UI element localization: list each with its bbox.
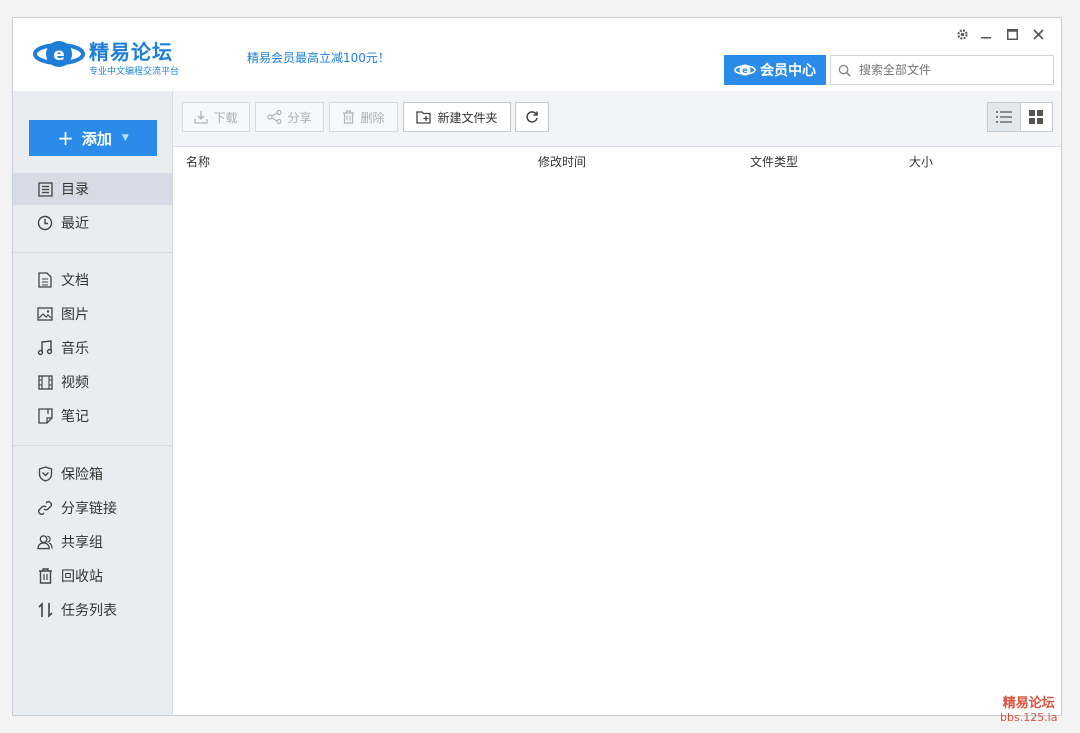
clock-icon [37, 215, 53, 231]
sidebar-item-notes[interactable]: 笔记 [13, 400, 172, 432]
plus-icon: + [57, 126, 74, 150]
shield-icon [37, 466, 53, 482]
search-icon [831, 64, 857, 77]
sidebar-item-label: 音乐 [61, 341, 89, 357]
delete-label: 删除 [360, 110, 385, 125]
share-label: 分享 [287, 110, 312, 125]
sidebar-item-label: 保险箱 [61, 467, 103, 483]
sidebar-item-recycle-bin[interactable]: 回收站 [13, 560, 172, 592]
column-header-name[interactable]: 名称 [186, 153, 210, 170]
file-pane: 下载 分享 删除 新建文件夹 名称 修改时间 文件类型 大小 [173, 91, 1061, 715]
link-icon [37, 500, 53, 516]
sidebar-item-directory[interactable]: 目录 [13, 173, 172, 205]
sidebar: + 添加 ▼ 目录 最近 文档 图片 音乐 视频 笔记 保险箱 分享链接 共享组… [13, 91, 173, 715]
toolbar: 下载 分享 删除 新建文件夹 [173, 91, 1061, 147]
grid-view-icon [1029, 110, 1044, 124]
list-view-icon [995, 111, 1012, 123]
title-bar: e 精易论坛 专业中文编程交流平台 精易会员最高立减100元！ e 会员中心 [13, 18, 1061, 92]
delete-button[interactable]: 删除 [329, 102, 398, 132]
sidebar-item-shared-groups[interactable]: 共享组 [13, 526, 172, 558]
sidebar-item-recent[interactable]: 最近 [13, 207, 172, 239]
sidebar-divider [13, 445, 172, 446]
vip-e-icon: e [734, 64, 756, 76]
sidebar-item-images[interactable]: 图片 [13, 298, 172, 330]
column-header-type[interactable]: 文件类型 [750, 153, 798, 170]
users-icon [37, 534, 53, 550]
settings-gear-icon[interactable] [953, 26, 971, 42]
maximize-icon[interactable] [1003, 26, 1021, 42]
watermark-url: bbs.125.la [1000, 711, 1058, 724]
search-box[interactable] [830, 55, 1054, 85]
vip-center-button[interactable]: e 会员中心 [724, 55, 826, 85]
svg-text:e: e [53, 45, 65, 65]
add-button-label: 添加 [81, 129, 112, 148]
sidebar-item-vault[interactable]: 保险箱 [13, 458, 172, 490]
watermark-title: 精易论坛 [1002, 696, 1055, 711]
new-folder-label: 新建文件夹 [437, 110, 498, 125]
grid-view-button[interactable] [1021, 103, 1053, 131]
sidebar-item-label: 回收站 [61, 569, 103, 585]
image-icon [37, 306, 53, 322]
transfer-icon [37, 602, 53, 618]
sidebar-item-label: 共享组 [61, 535, 103, 551]
promo-link[interactable]: 精易会员最高立减100元！ [247, 49, 390, 66]
sidebar-item-share-links[interactable]: 分享链接 [13, 492, 172, 524]
column-header-size[interactable]: 大小 [909, 153, 933, 170]
svg-text:e: e [742, 66, 748, 75]
sidebar-divider [13, 252, 172, 253]
sidebar-item-label: 任务列表 [61, 603, 117, 619]
sidebar-item-documents[interactable]: 文档 [13, 264, 172, 296]
download-button[interactable]: 下载 [182, 102, 250, 132]
trash-icon [37, 568, 53, 584]
logo-e-icon: e [33, 41, 85, 67]
vip-center-label: 会员中心 [760, 63, 816, 79]
sidebar-item-music[interactable]: 音乐 [13, 332, 172, 364]
refresh-icon [526, 111, 538, 123]
list-view-button[interactable] [988, 103, 1021, 131]
search-input[interactable] [857, 62, 1041, 78]
close-icon[interactable] [1029, 26, 1047, 42]
minimize-icon[interactable] [977, 26, 995, 42]
sidebar-item-label: 分享链接 [61, 501, 117, 517]
sidebar-item-label: 视频 [61, 375, 89, 391]
document-icon [37, 272, 53, 288]
download-label: 下载 [213, 110, 238, 125]
delete-icon [343, 110, 355, 124]
download-icon [194, 111, 209, 124]
view-toggle [987, 102, 1053, 132]
app-window: e 精易论坛 专业中文编程交流平台 精易会员最高立减100元！ e 会员中心 搜… [12, 17, 1062, 716]
sidebar-item-label: 目录 [61, 182, 89, 198]
sidebar-item-task-list[interactable]: 任务列表 [13, 594, 172, 626]
sidebar-item-label: 文档 [61, 273, 89, 289]
watermark: 精易论坛 bbs.125.la [1000, 692, 1057, 724]
sidebar-item-label: 笔记 [61, 409, 89, 425]
caret-down-icon: ▼ [121, 133, 129, 143]
share-button[interactable]: 分享 [255, 102, 324, 132]
music-icon [37, 340, 53, 356]
add-button[interactable]: + 添加 ▼ [29, 120, 157, 156]
refresh-button[interactable] [515, 102, 549, 132]
logo: e 精易论坛 专业中文编程交流平台 [33, 32, 179, 78]
new-folder-icon [416, 111, 432, 124]
film-icon [37, 374, 53, 390]
sidebar-item-video[interactable]: 视频 [13, 366, 172, 398]
sidebar-item-label: 最近 [61, 216, 89, 232]
sidebar-item-label: 图片 [61, 307, 89, 323]
share-icon [267, 110, 283, 124]
note-icon [37, 408, 53, 424]
list-icon [37, 181, 53, 197]
logo-subtitle: 专业中文编程交流平台 [89, 67, 180, 77]
logo-title: 精易论坛 [89, 40, 173, 64]
column-header-modified[interactable]: 修改时间 [538, 153, 586, 170]
new-folder-button[interactable]: 新建文件夹 [403, 102, 511, 132]
